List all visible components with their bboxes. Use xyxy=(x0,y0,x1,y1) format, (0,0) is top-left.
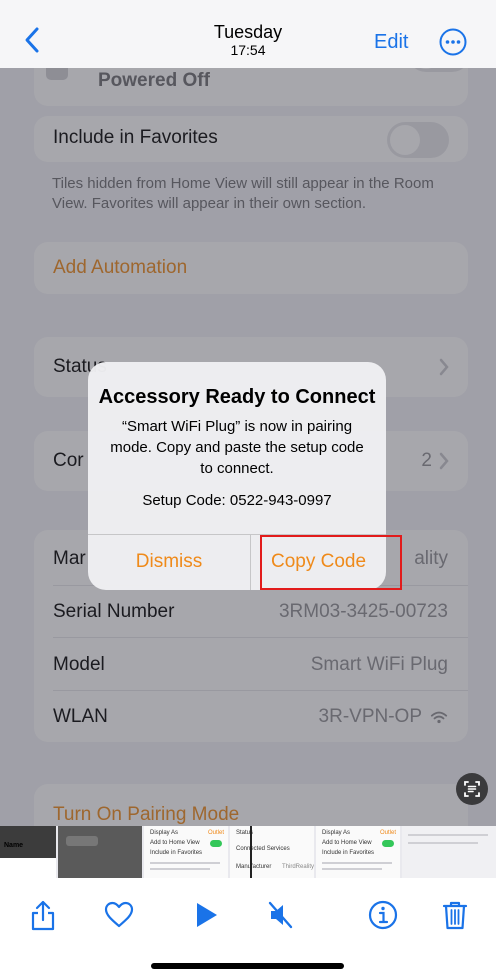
nav-day: Tuesday xyxy=(213,22,283,42)
edit-button[interactable]: Edit xyxy=(374,31,408,54)
mute-icon[interactable] xyxy=(264,898,298,932)
live-text-button[interactable] xyxy=(456,773,488,805)
thumbnail-text: Include in Favorites xyxy=(150,850,203,856)
thumbnail-text: Connected Services xyxy=(236,846,290,852)
thumbnail-line xyxy=(408,834,488,836)
thumbnail-name-label: Name xyxy=(4,842,24,849)
nav-time: 17:54 xyxy=(230,42,266,58)
thumbnail-text: Display As xyxy=(322,830,351,836)
thumbnail-line xyxy=(150,862,220,864)
thumbnail-text: ThirdReality xyxy=(282,864,315,870)
live-text-icon xyxy=(464,781,480,797)
alert-title: Accessory Ready to Connect xyxy=(98,386,376,408)
setup-code-text: Setup Code: 0522-943-0997 xyxy=(142,492,332,509)
thumbnail[interactable]: Name xyxy=(0,826,56,878)
thumbnail-line xyxy=(150,868,210,870)
thumbnail-text: Outlet xyxy=(208,830,225,836)
photo-filmstrip[interactable]: Name Display As Outlet Add to Home View … xyxy=(0,826,496,878)
alert-message: “Smart WiFi Plug” is now in pairing mode… xyxy=(110,418,364,477)
info-icon[interactable] xyxy=(366,898,400,932)
thumbnail-text: Add to Home View xyxy=(322,840,372,846)
thumbnail-line xyxy=(322,868,382,870)
thumbnail[interactable]: Status Connected Services Manufacturer T… xyxy=(230,826,314,878)
thumbnail[interactable] xyxy=(58,826,142,878)
bottom-toolbar xyxy=(0,878,496,974)
thumbnail-card xyxy=(0,858,56,878)
more-ellipsis-icon[interactable] xyxy=(438,27,468,57)
thumbnail[interactable]: Display As Outlet Add to Home View Inclu… xyxy=(144,826,228,878)
filmstrip-scrubber[interactable] xyxy=(250,826,252,878)
thumbnail-tile xyxy=(66,836,98,846)
play-icon[interactable] xyxy=(188,898,222,932)
thumbnail-text: Display As xyxy=(150,830,179,836)
thumbnail-toggle xyxy=(210,840,222,847)
photo-nav-bar: Tuesday 17:54 Edit xyxy=(0,0,496,68)
thumbnail[interactable] xyxy=(402,826,496,878)
dismiss-button[interactable]: Dismiss xyxy=(88,534,250,590)
share-icon[interactable] xyxy=(26,898,60,932)
thumbnail-line xyxy=(408,842,478,844)
thumbnail-text: Add to Home View xyxy=(150,840,200,846)
copy-code-highlight-box xyxy=(260,535,402,590)
thumbnail-text: Include in Favorites xyxy=(322,850,375,856)
thumbnail-text: Outlet xyxy=(380,830,397,836)
thumbnail-line xyxy=(322,862,392,864)
thumbnail[interactable]: Display As Outlet Add to Home View Inclu… xyxy=(316,826,400,878)
home-indicator xyxy=(151,963,344,969)
trash-icon[interactable] xyxy=(438,898,472,932)
heart-icon[interactable] xyxy=(102,898,136,932)
thumbnail-toggle xyxy=(382,840,394,847)
thumbnail-text: Manufacturer xyxy=(236,864,272,870)
